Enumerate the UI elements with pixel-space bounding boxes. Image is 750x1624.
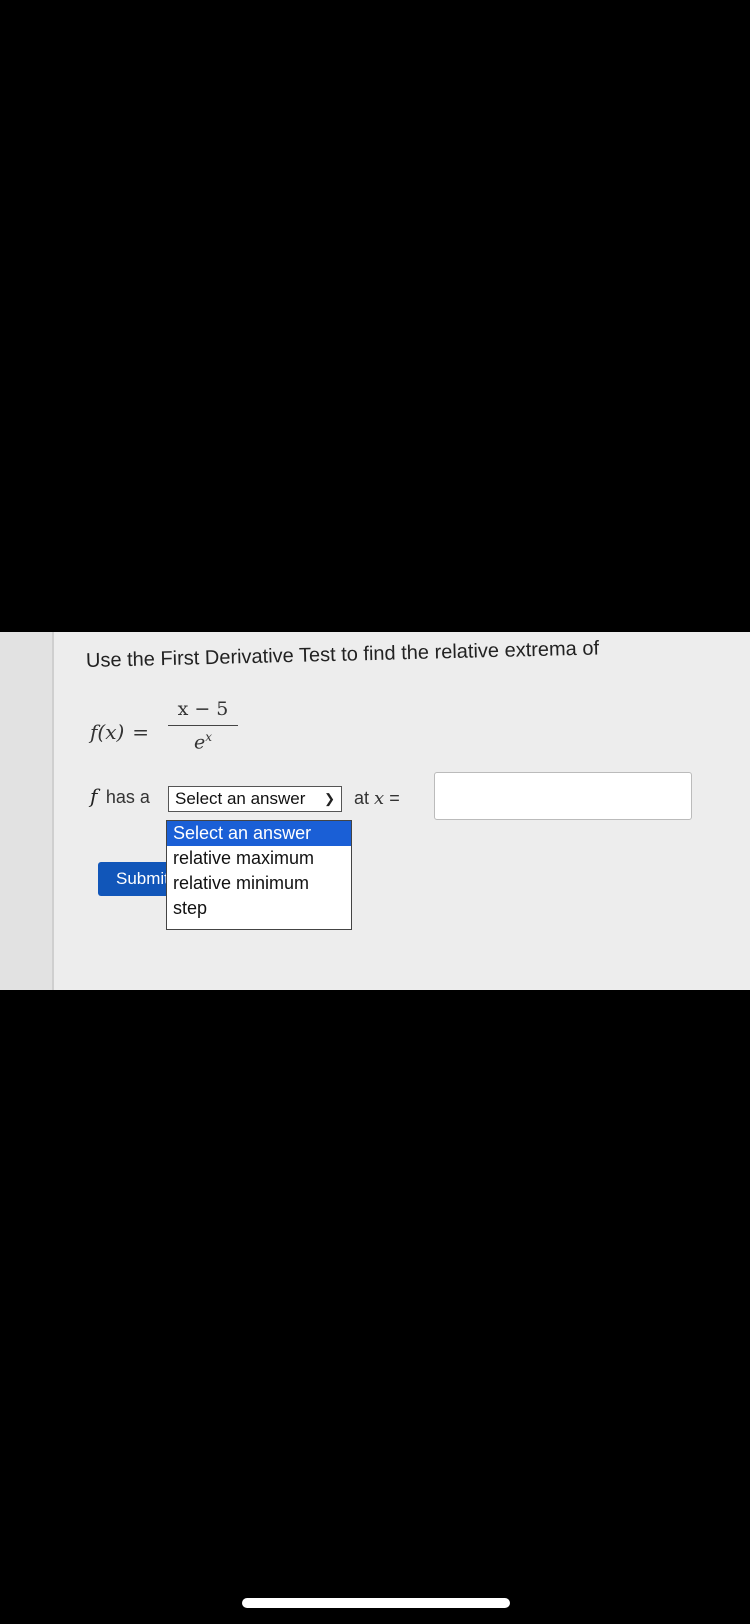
dropdown-option-step[interactable]: step xyxy=(167,896,351,921)
formula-equals: = xyxy=(132,720,150,744)
at-x-label: at x = xyxy=(354,788,400,809)
x-symbol: x xyxy=(374,788,385,809)
formula-function: f(x) xyxy=(90,720,125,744)
formula-fraction: x − 5 ex xyxy=(168,698,238,753)
home-indicator[interactable] xyxy=(242,1598,510,1608)
extrema-type-select[interactable]: Select an answer ❯ xyxy=(168,786,342,812)
dropdown-option-relative-minimum[interactable]: relative minimum xyxy=(167,871,351,896)
dropdown-option-select-an-answer[interactable]: Select an answer xyxy=(167,821,351,846)
left-panel-strip xyxy=(0,632,54,990)
answer-row: f has a Select an answer ❯ at x = xyxy=(90,784,400,818)
formula-numerator: x − 5 xyxy=(177,698,229,720)
formula-lhs: f(x) = xyxy=(90,720,149,744)
chevron-down-icon: ❯ xyxy=(324,791,335,806)
denominator-base: e xyxy=(193,731,206,754)
dropdown-option-relative-maximum[interactable]: relative maximum xyxy=(167,846,351,871)
question-text: Use the First Derivative Test to find th… xyxy=(85,637,600,672)
fraction-bar xyxy=(168,725,238,726)
dropdown-list: Select an answer relative maximum relati… xyxy=(166,820,352,930)
screen-photo: Use the First Derivative Test to find th… xyxy=(0,632,750,990)
denominator-exponent: x xyxy=(205,730,213,744)
f-symbol: f xyxy=(90,784,98,808)
at-label: at xyxy=(354,788,370,808)
at-x-equals: = xyxy=(389,788,400,808)
select-value: Select an answer xyxy=(175,789,306,808)
has-a-label: has a xyxy=(105,787,150,807)
formula-denominator: ex xyxy=(168,730,238,753)
x-value-input[interactable] xyxy=(434,772,692,820)
